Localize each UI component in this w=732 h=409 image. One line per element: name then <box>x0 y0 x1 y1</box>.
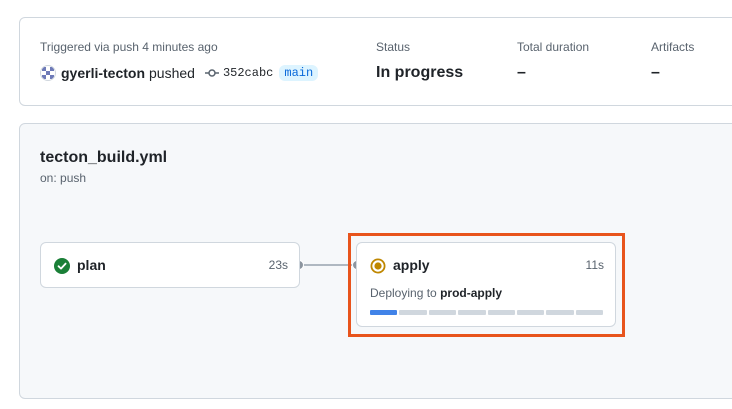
description-prefix: Deploying to <box>370 286 437 300</box>
branch-badge[interactable]: main <box>279 65 319 81</box>
job-name: apply <box>393 257 430 273</box>
job-step-description: Deploying to prod-apply <box>370 286 502 300</box>
progress-segment <box>428 310 457 315</box>
progress-segment <box>516 310 545 315</box>
trigger-label: Triggered via push 4 minutes ago <box>40 40 218 54</box>
avatar[interactable] <box>40 65 56 81</box>
duration-value: – <box>517 64 526 81</box>
in-progress-icon <box>370 258 386 274</box>
progress-segment <box>370 310 398 315</box>
workflow-graph-card: tecton_build.yml on: push plan 23s apply… <box>19 123 732 399</box>
workflow-title[interactable]: tecton_build.yml <box>40 149 167 167</box>
git-commit-icon <box>204 68 219 78</box>
progress-segment <box>399 310 427 315</box>
artifacts-label: Artifacts <box>651 40 695 54</box>
artifacts-value: – <box>651 64 660 81</box>
job-name: plan <box>77 257 106 273</box>
job-duration: 11s <box>585 258 604 272</box>
check-circle-icon <box>54 258 70 274</box>
workflow-trigger: on: push <box>40 171 87 185</box>
job-duration: 23s <box>268 258 288 272</box>
progress-segment <box>458 310 486 315</box>
username-link[interactable]: gyerli-tecton <box>61 65 145 81</box>
progress-segment <box>546 310 574 315</box>
status-label: Status <box>376 40 411 54</box>
job-connector-line <box>300 264 357 266</box>
status-value: In progress <box>376 64 464 81</box>
job-progress-bar <box>370 310 603 315</box>
run-summary-card: Triggered via push 4 minutes ago gyerli-… <box>19 17 732 106</box>
trigger-line: gyerli-tecton pushed 352cabc main <box>40 65 319 81</box>
environment-name: prod-apply <box>440 286 503 300</box>
push-action-text: pushed <box>149 65 195 81</box>
progress-segment <box>487 310 515 315</box>
commit-sha-link[interactable]: 352cabc <box>223 66 273 80</box>
job-card-apply[interactable]: apply 11s Deploying to prod-apply <box>356 242 616 327</box>
duration-label: Total duration <box>517 40 590 54</box>
progress-segment <box>575 310 603 315</box>
job-card-plan[interactable]: plan 23s <box>40 242 300 288</box>
